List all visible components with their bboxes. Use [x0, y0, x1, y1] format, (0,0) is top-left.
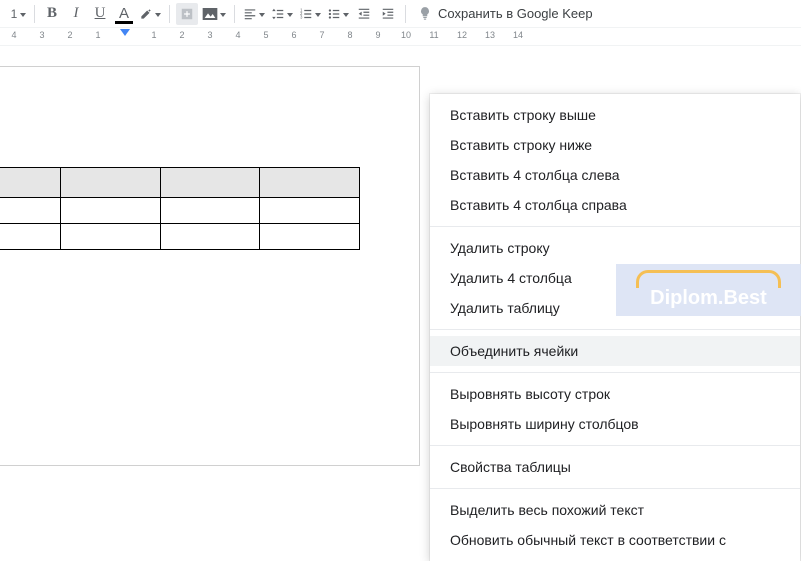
bulleted-list-button[interactable] — [325, 3, 351, 25]
menu-item[interactable]: Вставить 4 столбца справа — [430, 190, 800, 220]
table-row[interactable] — [0, 198, 360, 224]
menu-item[interactable]: Вставить строку выше — [430, 100, 800, 130]
table-cell[interactable] — [260, 198, 360, 224]
menu-separator — [430, 329, 800, 330]
document-table[interactable] — [0, 167, 360, 250]
menu-separator — [430, 226, 800, 227]
table-cell[interactable] — [0, 198, 60, 224]
insert-image-button[interactable] — [200, 3, 228, 25]
zoom-dropdown[interactable]: 1 — [6, 3, 28, 25]
menu-item[interactable]: Объединить ячейки — [430, 336, 800, 366]
menu-separator — [430, 445, 800, 446]
svg-text:3: 3 — [300, 14, 303, 19]
toolbar: 1 B I U A 123 Сохранить в Google Keep — [0, 0, 801, 28]
table-cell[interactable] — [0, 224, 60, 250]
bulleted-list-icon — [327, 7, 341, 21]
line-spacing-icon — [271, 7, 285, 21]
text-color-button[interactable]: A — [113, 3, 135, 25]
menu-item[interactable]: Вставить 4 столбца слева — [430, 160, 800, 190]
underline-button[interactable]: U — [89, 3, 111, 25]
table-cell[interactable] — [160, 224, 260, 250]
numbered-list-icon: 123 — [299, 7, 313, 21]
save-to-keep-label: Сохранить в Google Keep — [438, 6, 593, 21]
align-button[interactable] — [241, 3, 267, 25]
table-cell[interactable] — [60, 198, 160, 224]
menu-item[interactable]: Удалить 4 столбца — [430, 263, 800, 293]
table-header-cell[interactable] — [60, 168, 160, 198]
menu-item[interactable]: Обновить обычный текст в соответствии с — [430, 525, 800, 555]
plus-box-icon — [180, 7, 194, 21]
highlighter-icon — [139, 7, 153, 21]
indent-increase-icon — [381, 7, 395, 21]
indent-marker[interactable] — [120, 29, 130, 36]
separator — [405, 5, 406, 23]
menu-separator — [430, 372, 800, 373]
separator — [169, 5, 170, 23]
image-icon — [202, 7, 218, 21]
decrease-indent-button[interactable] — [353, 3, 375, 25]
italic-button[interactable]: I — [65, 3, 87, 25]
indent-decrease-icon — [357, 7, 371, 21]
line-spacing-button[interactable] — [269, 3, 295, 25]
menu-item[interactable]: Выделить весь похожий текст — [430, 495, 800, 525]
table-header-cell[interactable] — [0, 168, 60, 198]
menu-item[interactable]: Вставить строку ниже — [430, 130, 800, 160]
highlight-color-button[interactable] — [137, 3, 163, 25]
table-cell[interactable] — [160, 198, 260, 224]
bold-button[interactable]: B — [41, 3, 63, 25]
menu-item[interactable]: Свойства таблицы — [430, 452, 800, 482]
table-context-menu: Вставить строку вышеВставить строку ниже… — [430, 94, 800, 561]
increase-indent-button[interactable] — [377, 3, 399, 25]
page[interactable] — [0, 66, 420, 466]
table-row[interactable] — [0, 224, 360, 250]
menu-item[interactable]: Выровнять высоту строк — [430, 379, 800, 409]
separator — [34, 5, 35, 23]
zoom-label: 1 — [11, 7, 18, 21]
menu-item[interactable]: Выровнять ширину столбцов — [430, 409, 800, 439]
menu-item[interactable]: Удалить строку — [430, 233, 800, 263]
table-cell[interactable] — [260, 224, 360, 250]
align-left-icon — [243, 7, 257, 21]
ruler[interactable]: 43211234567891011121314 — [0, 28, 801, 46]
table-header-cell[interactable] — [160, 168, 260, 198]
table-row[interactable] — [0, 168, 360, 198]
separator — [234, 5, 235, 23]
table-header-cell[interactable] — [260, 168, 360, 198]
table-cell[interactable] — [60, 224, 160, 250]
lightbulb-icon — [418, 6, 432, 22]
menu-item[interactable]: Удалить таблицу — [430, 293, 800, 323]
insert-link-button[interactable] — [176, 3, 198, 25]
document-area: Вставить строку вышеВставить строку ниже… — [0, 46, 801, 503]
menu-separator — [430, 488, 800, 489]
numbered-list-button[interactable]: 123 — [297, 3, 323, 25]
save-to-keep-button[interactable]: Сохранить в Google Keep — [412, 6, 599, 22]
ruler-marks: 43211234567891011121314 — [0, 30, 532, 40]
